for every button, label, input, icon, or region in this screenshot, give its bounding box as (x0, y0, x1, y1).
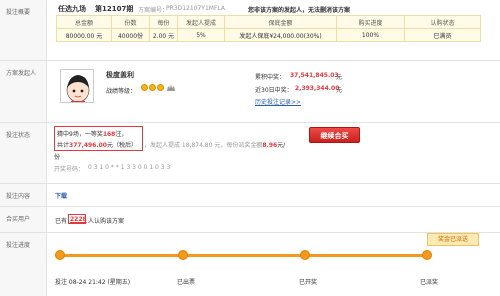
th-progress: 购买进度 (336, 15, 405, 29)
result-label: 开奖号码： (54, 166, 85, 173)
joined-label: 合买用户 (0, 207, 47, 232)
td-shares: 40000份 (111, 28, 150, 42)
plan-no-label: 方案编号： (138, 7, 169, 14)
summary-table: 总金额 份数 每份 发起人提成 保底金额 购买进度 认购状态 80000.00 … (56, 15, 481, 42)
history-link[interactable]: 历史投注记录>> (255, 97, 301, 106)
avatar[interactable] (60, 69, 94, 103)
step-label-draw: 已开奖 (299, 279, 318, 286)
status-label: 投注状态 (0, 123, 47, 183)
recent-win-amount: 2,393,344.00 (295, 85, 340, 92)
level-stars (141, 84, 175, 91)
star-icon (149, 84, 156, 91)
prize-sent-tag: 奖金已派送 (427, 233, 479, 246)
plan-no: PR3D12107Y1MFLA (166, 5, 226, 12)
step-dot-bet (55, 250, 65, 260)
win-line1: 猜中9场，一等奖168注， (57, 129, 127, 138)
th-per-share: 每份 (149, 15, 178, 29)
overview-label: 投注概要 (0, 0, 47, 60)
total-win-label: 累积中奖： (255, 74, 286, 81)
sponsor-name[interactable]: 极度盖利 (106, 70, 134, 80)
per-share-amount: 8.96 (262, 142, 278, 149)
win-count: 168 (102, 131, 116, 138)
step-dot-draw (300, 250, 310, 260)
th-guarantee: 保底金额 (224, 15, 337, 29)
win-line2-prefix: 共计 (57, 142, 70, 149)
progress-label: 投注进度 (0, 233, 47, 296)
total-win-amount: 37,541,845.03 (290, 72, 339, 79)
td-total: 80000.00 元 (56, 28, 112, 42)
per-share-unit: 元/ (277, 142, 286, 149)
recent-win-unit: 元 (336, 87, 343, 94)
joined-section: 合买用户 已有 2228 人认购该方案 (0, 207, 500, 233)
continue-buy-button[interactable]: 继续合买 (309, 127, 360, 143)
issue-number: 第12107期 (95, 5, 134, 13)
overview-section: 投注概要 任选九场 第12107期 方案编号： PR3D12107Y1MFLA … (0, 0, 500, 61)
td-per-share: 2.00 元 (149, 28, 178, 42)
win-line1-suffix: 注， (115, 131, 128, 138)
commission-desc: ，发起人提成 18,874.80 元，每份派奖金额 (144, 142, 263, 149)
progress-section: 投注进度 奖金已派送 投注 08-24 21:42 (星期五) 已出票 已开奖 … (0, 233, 500, 296)
win-line1-prefix: 猜中9场，一等奖 (57, 131, 103, 138)
step-dot-payout (422, 250, 432, 260)
status-section: 投注状态 猜中9场，一等奖168注， 共计377,496.00元（税后） ，发起… (0, 123, 500, 184)
joined-prefix: 已有 (55, 218, 68, 225)
crown-icon (166, 84, 175, 91)
win-amount: 377,496.00 (69, 142, 107, 149)
content-label: 投注内容 (0, 184, 47, 206)
download-link[interactable]: 下载 (55, 191, 67, 200)
step-label-ticket: 已出票 (177, 279, 196, 286)
step-label-payout: 已派奖 (420, 279, 439, 286)
lottery-name: 任选九场 (58, 5, 86, 13)
th-total: 总金额 (56, 15, 112, 29)
progress-track (57, 254, 427, 257)
content-section: 投注内容 下载 (0, 184, 500, 207)
sponsor-label: 方案发起人 (0, 61, 47, 122)
step-dot-ticket (178, 250, 188, 260)
th-status: 认购状态 (404, 15, 481, 29)
level-label: 战绩等级： (106, 88, 137, 95)
td-guarantee: 发起人保底¥24,000.00(30%) (224, 28, 337, 42)
joined-suffix: 人认购该方案 (88, 218, 125, 225)
star-icon (157, 84, 164, 91)
step-label-bet: 投注 08-24 21:42 (星期五) (55, 279, 131, 286)
th-shares: 份数 (111, 15, 150, 29)
win-line2: 共计377,496.00元（税后） (57, 140, 137, 149)
commission-text: ，发起人提成 18,874.80 元，每份派奖金额8.96元/ (144, 140, 285, 149)
recent-win-label: 近30日中奖： (255, 87, 293, 94)
td-progress: 100% (336, 28, 405, 42)
td-status: 已满员 (404, 28, 481, 42)
result-numbers: 0 3 1 0 * * 1 3 3 0 0 1 0 3 3 (88, 164, 171, 171)
td-commission: 5% (177, 28, 225, 42)
per-share-suffix: 份 (54, 154, 61, 161)
sponsor-section: 方案发起人 极度盖利 战绩等级： 累积中奖： 37,541,845.03 元 近… (0, 61, 500, 123)
th-commission: 发起人提成 (177, 15, 225, 29)
total-win-unit: 元 (336, 74, 343, 81)
star-icon (141, 84, 148, 91)
notice-text: 您非该方案的发起人，无法删消该方案 (248, 7, 351, 14)
joined-count[interactable]: 2228 (70, 216, 87, 223)
win-line2-suffix: 元（税后） (106, 142, 137, 149)
avatar-cartoon-icon (61, 70, 93, 102)
